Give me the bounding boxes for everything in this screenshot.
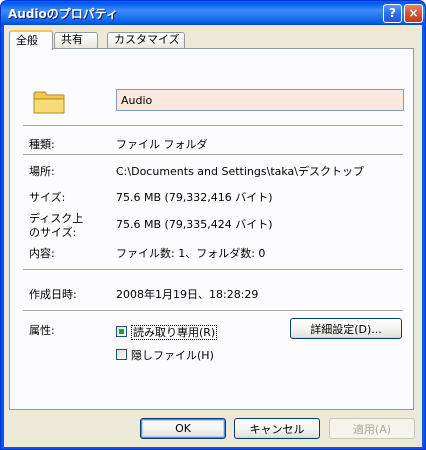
- cancel-button[interactable]: キャンセル: [234, 418, 320, 439]
- folder-icon: [33, 91, 65, 114]
- disk-size-value: 75.6 MB (79,335,424 バイト): [116, 218, 273, 231]
- location-label: 場所:: [29, 165, 55, 178]
- folder-name-input[interactable]: [116, 89, 404, 111]
- close-icon[interactable]: ×: [404, 4, 423, 23]
- separator: [23, 269, 403, 271]
- title-bar[interactable]: Audioのプロパティ ? ×: [1, 1, 425, 25]
- created-label: 作成日時:: [29, 288, 77, 301]
- attributes-label: 属性:: [29, 324, 55, 337]
- type-label: 種類:: [29, 138, 55, 151]
- hidden-checkbox[interactable]: 隠しファイル(H): [116, 347, 214, 362]
- location-value: C:\Documents and Settings\taka\デスクトップ: [116, 165, 364, 178]
- contents-label: 内容:: [29, 247, 55, 260]
- size-label: サイズ:: [29, 191, 66, 204]
- type-value: ファイル フォルダ: [116, 138, 208, 151]
- separator: [23, 310, 403, 312]
- hidden-checkbox-box[interactable]: [116, 348, 127, 360]
- dialog-body: 全般 共有 カスタマイズ 種類: ファイル フォルダ 場所: C:\Docume…: [4, 25, 422, 447]
- separator: [23, 125, 403, 127]
- size-value: 75.6 MB (79,332,416 バイト): [116, 191, 273, 204]
- help-icon[interactable]: ?: [383, 4, 402, 23]
- tab-customize[interactable]: カスタマイズ: [107, 32, 185, 48]
- tab-general[interactable]: 全般: [9, 30, 53, 50]
- readonly-checkbox[interactable]: 読み取り専用(R): [116, 324, 218, 340]
- contents-value: ファイル数: 1、フォルダ数: 0: [116, 247, 266, 260]
- created-value: 2008年1月19日、18:28:29: [116, 288, 259, 301]
- readonly-checkbox-label[interactable]: 読み取り専用(R): [131, 325, 218, 340]
- disk-size-label-line2: のサイズ:: [29, 226, 77, 239]
- hidden-checkbox-label[interactable]: 隠しファイル(H): [131, 349, 214, 362]
- properties-window: Audioのプロパティ ? × 全般 共有 カスタマイズ 種類: ファイル フォ…: [0, 0, 426, 450]
- advanced-button[interactable]: 詳細設定(D)...: [290, 318, 402, 339]
- readonly-checkbox-box[interactable]: [116, 325, 127, 337]
- ok-button[interactable]: OK: [140, 418, 226, 439]
- window-title: Audioのプロパティ: [8, 7, 119, 21]
- separator: [23, 154, 403, 156]
- tab-sharing[interactable]: 共有: [54, 32, 98, 48]
- apply-button[interactable]: 適用(A): [329, 418, 415, 439]
- general-panel: 種類: ファイル フォルダ 場所: C:\Documents and Setti…: [9, 48, 414, 410]
